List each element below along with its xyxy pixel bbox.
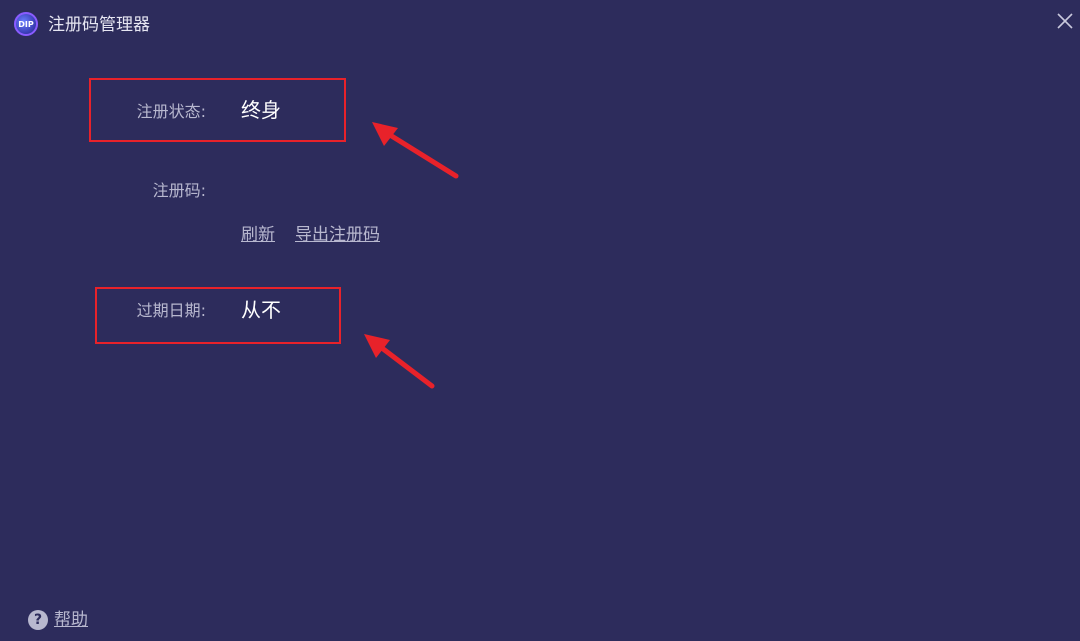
help-icon[interactable]: ? <box>28 610 48 630</box>
expiry-value: 从不 <box>241 298 281 322</box>
app-logo-icon: DIP <box>14 12 38 36</box>
status-arrow-annotation <box>372 122 459 179</box>
refresh-link[interactable]: 刷新 <box>241 224 275 246</box>
registration-manager-window: DIP 注册码管理器 注册状态: 终身 注册码: 刷新 导出注册码 过期日期: … <box>0 0 1080 641</box>
svg-text:DIP: DIP <box>18 20 34 29</box>
code-label: 注册码: <box>152 181 206 200</box>
export-code-link[interactable]: 导出注册码 <box>295 224 380 246</box>
status-value: 终身 <box>241 98 281 122</box>
title-bar: DIP 注册码管理器 <box>0 0 1080 52</box>
close-icon <box>1057 13 1073 29</box>
window-title: 注册码管理器 <box>48 15 150 35</box>
status-label: 注册状态: <box>136 102 206 121</box>
expiry-label: 过期日期: <box>136 301 206 320</box>
help-link[interactable]: 帮助 <box>54 609 88 631</box>
close-button[interactable] <box>1052 8 1078 34</box>
expiry-arrow-annotation <box>364 334 435 389</box>
